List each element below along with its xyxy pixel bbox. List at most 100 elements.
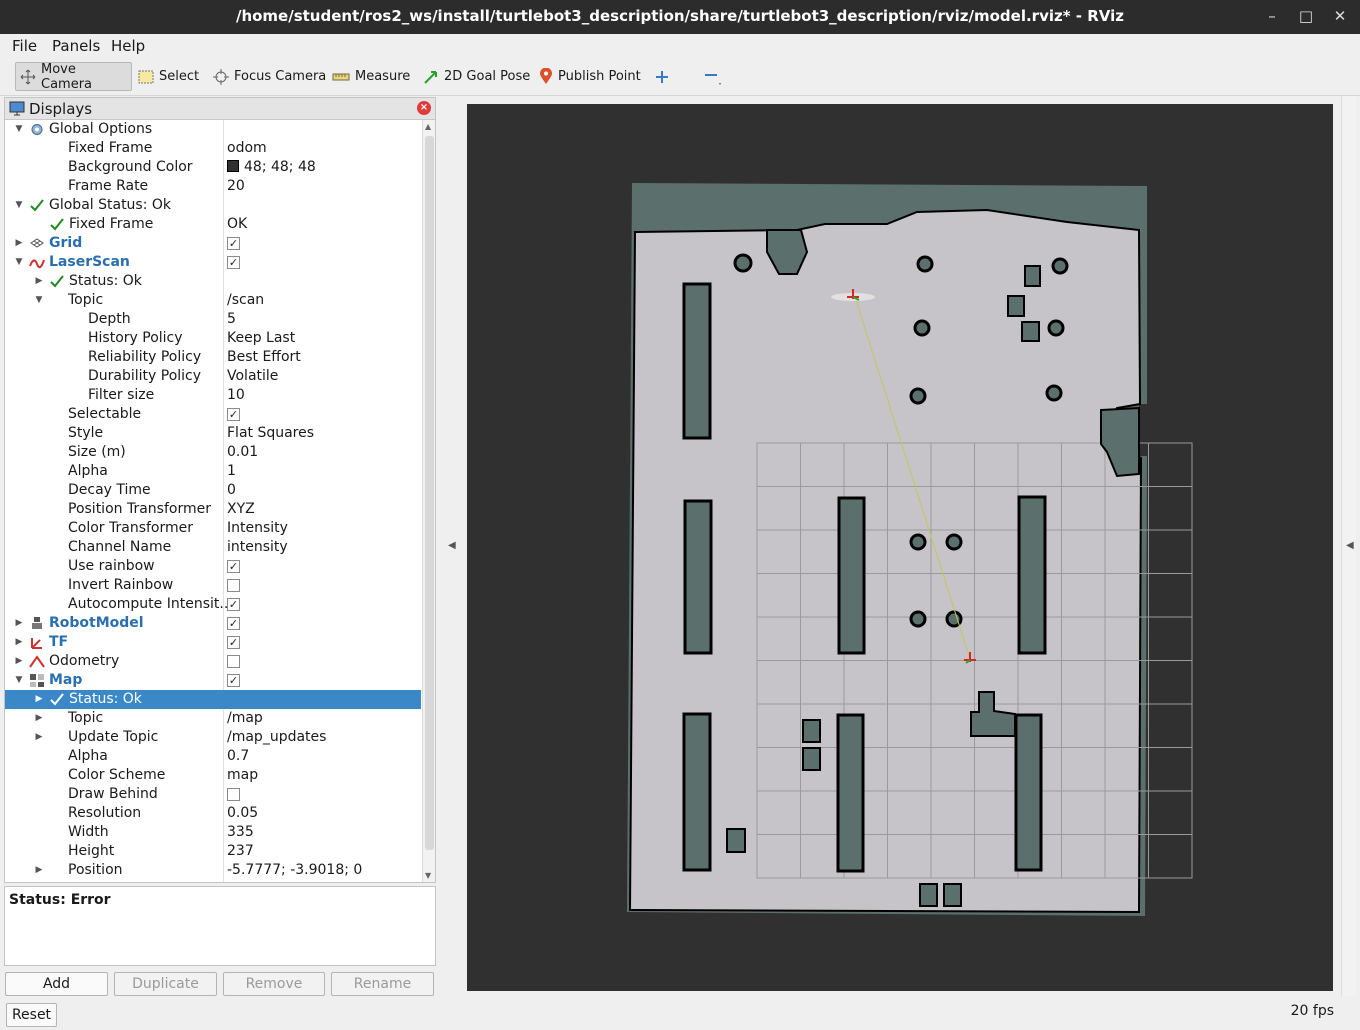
expand-right-icon[interactable]: ▶ — [13, 234, 25, 253]
add-button[interactable]: Add — [5, 972, 108, 996]
maximize-icon[interactable]: □ — [1295, 6, 1317, 28]
expand-right-icon[interactable]: ▶ — [13, 614, 25, 633]
tree-row-value[interactable]: 48; 48; 48 — [223, 158, 316, 177]
checkbox[interactable]: ✓ — [227, 256, 240, 269]
rename-button[interactable]: Rename — [331, 972, 434, 996]
expand-down-icon[interactable]: ▼ — [13, 196, 25, 215]
tree-row-value[interactable]: Intensity — [223, 519, 288, 538]
expand-down-icon[interactable]: ▼ — [13, 671, 25, 690]
checkbox[interactable] — [227, 579, 240, 592]
checkbox[interactable]: ✓ — [227, 408, 240, 421]
tree-row[interactable]: ▶ RobotModel ✓ — [5, 614, 421, 633]
tree-row-value[interactable]: 0.05 — [223, 804, 258, 823]
menu-file[interactable]: File — [12, 37, 37, 55]
checkbox[interactable]: ✓ — [227, 617, 240, 630]
expand-right-icon[interactable]: ▶ — [33, 728, 45, 747]
goal-pose-tool[interactable]: 2D Goal Pose — [419, 62, 534, 91]
expand-right-icon[interactable]: ▶ — [13, 652, 25, 671]
tree-row-value[interactable]: Volatile — [223, 367, 278, 386]
tree-row-value[interactable]: 335 — [223, 823, 254, 842]
checkbox[interactable]: ✓ — [227, 598, 240, 611]
render-viewport[interactable] — [467, 104, 1333, 991]
tree-row[interactable]: ▼ Map ✓ — [5, 671, 421, 690]
tree-row[interactable]: Frame Rate 20 — [5, 177, 421, 196]
tree-row-value[interactable]: 5 — [223, 310, 236, 329]
tree-row[interactable]: ▶ Position -5.7777; -3.9018; 0 — [5, 861, 421, 880]
tree-row[interactable]: ▶ Topic/map — [5, 709, 421, 728]
tree-row[interactable]: Use rainbow ✓ — [5, 557, 421, 576]
measure-tool[interactable]: Measure — [328, 62, 414, 91]
tree-row-value[interactable]: /map — [223, 709, 263, 728]
expand-right-icon[interactable]: ▶ — [33, 272, 45, 291]
tree-row[interactable]: ▶ Grid ✓ — [5, 234, 421, 253]
tree-row[interactable]: Position Transformer XYZ — [5, 500, 421, 519]
tree-row-value[interactable]: 0.01 — [223, 443, 258, 462]
expand-down-icon[interactable]: ▼ — [13, 120, 25, 139]
tree-row-value[interactable]: /map_updates — [223, 728, 326, 747]
expand-down-icon[interactable]: ▼ — [33, 291, 45, 310]
tree-row[interactable]: ▼ Topic/scan — [5, 291, 421, 310]
tree-row[interactable]: Width 335 — [5, 823, 421, 842]
tree-row[interactable]: Color Transformer Intensity — [5, 519, 421, 538]
tree-row-value[interactable]: map — [223, 766, 258, 785]
expand-right-icon[interactable]: ▶ — [33, 861, 45, 880]
tree-row[interactable]: Size (m) 0.01 — [5, 443, 421, 462]
tree-row-value[interactable]: 237 — [223, 842, 254, 861]
checkbox[interactable]: ✓ — [227, 674, 240, 687]
tree-row[interactable]: Background Color 48; 48; 48 — [5, 158, 421, 177]
tree-row-value[interactable]: Keep Last — [223, 329, 295, 348]
tree-row[interactable]: Decay Time 0 — [5, 481, 421, 500]
checkbox[interactable]: ✓ — [227, 636, 240, 649]
tree-row[interactable]: Draw Behind — [5, 785, 421, 804]
tree-row-value[interactable]: odom — [223, 139, 267, 158]
tree-row-value[interactable]: OK — [223, 215, 247, 234]
expand-right-icon[interactable]: ▶ — [13, 633, 25, 652]
tree-row[interactable]: ▶ Status: Ok — [5, 272, 421, 291]
tree-row[interactable]: ▶ TF ✓ — [5, 633, 421, 652]
tree-row[interactable]: ▼ LaserScan ✓ — [5, 253, 421, 272]
checkbox[interactable] — [227, 788, 240, 801]
displays-tree[interactable]: ▼ Global Options Fixed Frame odom Background… — [5, 120, 421, 882]
expand-down-icon[interactable]: ▼ — [13, 253, 25, 272]
select-tool[interactable]: Select — [134, 62, 203, 91]
focus-camera-tool[interactable]: Focus Camera — [209, 62, 330, 91]
close-panel-icon[interactable]: × — [417, 101, 431, 115]
tree-row[interactable]: History Policy Keep Last — [5, 329, 421, 348]
tree-row-value[interactable]: Flat Squares — [223, 424, 314, 443]
tree-row[interactable]: Depth 5 — [5, 310, 421, 329]
tree-row-value[interactable]: 0.7 — [223, 747, 249, 766]
tree-row[interactable]: Reliability Policy Best Effort — [5, 348, 421, 367]
tree-row-value[interactable]: -5.7777; -3.9018; 0 — [223, 861, 362, 880]
tree-row[interactable]: Alpha 0.7 — [5, 747, 421, 766]
duplicate-button[interactable]: Duplicate — [114, 972, 217, 996]
tree-row[interactable]: ▶ Update Topic/map_updates — [5, 728, 421, 747]
tree-row-value[interactable]: Best Effort — [223, 348, 301, 367]
tree-row[interactable]: Fixed Frame odom — [5, 139, 421, 158]
remove-tool-button[interactable] — [699, 62, 727, 91]
scroll-down-icon[interactable]: ▼ — [425, 871, 431, 880]
add-tool-button[interactable] — [651, 62, 673, 91]
tree-row-value[interactable]: intensity — [223, 538, 288, 557]
expand-right-icon[interactable]: ▶ — [33, 709, 45, 728]
scrollbar-thumb[interactable] — [425, 136, 434, 850]
menu-panels[interactable]: Panels — [52, 37, 100, 55]
tree-row-value[interactable]: 1 — [223, 462, 236, 481]
tree-row-value[interactable]: XYZ — [223, 500, 255, 519]
tree-row[interactable]: Color Scheme map — [5, 766, 421, 785]
tree-row-value[interactable]: 20 — [223, 177, 245, 196]
tree-row-value[interactable]: /scan — [223, 291, 264, 310]
tree-row[interactable]: ▶ Odometry — [5, 652, 421, 671]
publish-point-tool[interactable]: Publish Point — [535, 62, 645, 91]
expand-right-icon[interactable]: ▶ — [33, 690, 45, 709]
tree-row[interactable]: Resolution 0.05 — [5, 804, 421, 823]
reset-button[interactable]: Reset — [6, 1003, 57, 1027]
tree-row[interactable]: Alpha 1 — [5, 462, 421, 481]
tree-row-value[interactable]: 0 — [223, 481, 236, 500]
tree-row[interactable]: ▶ Status: Ok — [5, 690, 421, 709]
move-camera-tool[interactable]: Move Camera — [15, 62, 132, 92]
menu-help[interactable]: Help — [111, 37, 145, 55]
tree-row[interactable]: Fixed Frame OK — [5, 215, 421, 234]
tree-row[interactable]: ▼ Global Options — [5, 120, 421, 139]
close-window-icon[interactable]: ✕ — [1329, 6, 1351, 28]
tree-row[interactable]: Durability Policy Volatile — [5, 367, 421, 386]
